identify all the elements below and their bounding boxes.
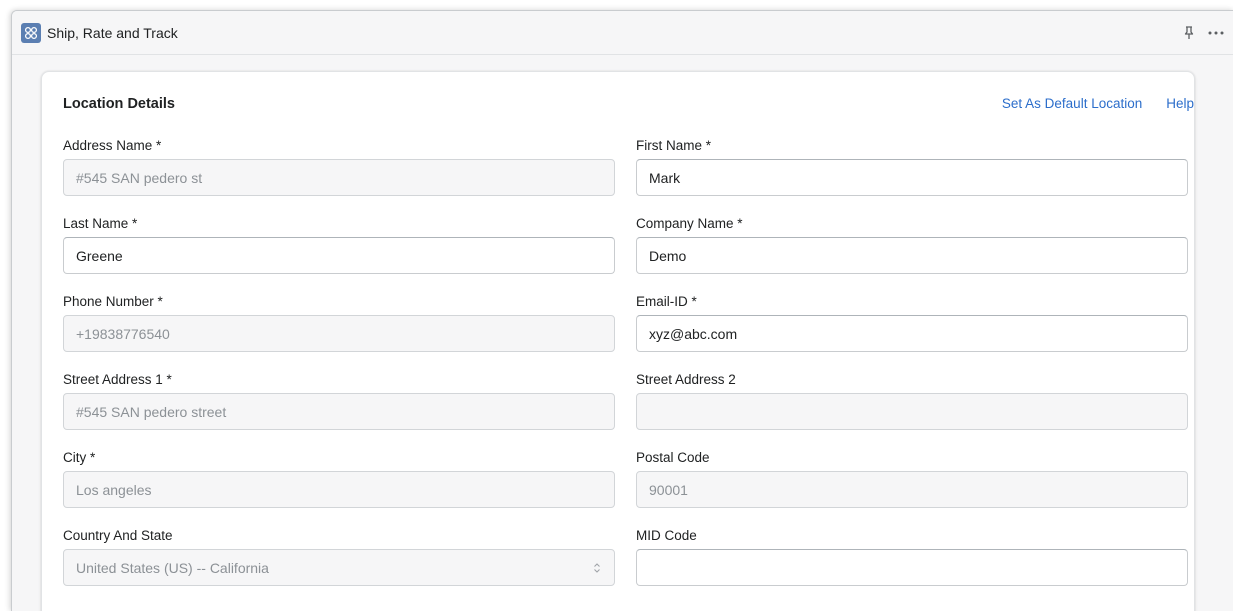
- help-link[interactable]: Help: [1166, 96, 1194, 111]
- more-horizontal-icon[interactable]: [1208, 31, 1224, 35]
- postal-code-field: Postal Code: [636, 448, 1188, 508]
- mid-code-input[interactable]: [636, 549, 1188, 586]
- first-name-label: First Name *: [636, 138, 712, 153]
- last-name-field: Last Name *: [63, 214, 615, 274]
- street-address-1-label: Street Address 1 *: [63, 372, 172, 387]
- country-state-label: Country And State: [63, 528, 173, 543]
- street-address-1-input[interactable]: [63, 393, 615, 430]
- app-title: Ship, Rate and Track: [47, 24, 178, 41]
- phone-number-label: Phone Number *: [63, 294, 163, 309]
- company-name-field: Company Name *: [636, 214, 1188, 274]
- street-address-2-label: Street Address 2: [636, 372, 736, 387]
- app-icon: [21, 22, 41, 43]
- set-default-location-link[interactable]: Set As Default Location: [1002, 96, 1142, 111]
- first-name-field: First Name *: [636, 136, 1188, 196]
- mid-code-label: MID Code: [636, 528, 697, 543]
- street-address-1-field: Street Address 1 *: [63, 370, 615, 430]
- first-name-input[interactable]: [636, 159, 1188, 196]
- last-name-input[interactable]: [63, 237, 615, 274]
- phone-number-field: Phone Number *: [63, 292, 615, 352]
- country-state-selected-value: United States (US) -- California: [63, 549, 615, 586]
- card-header: Location Details Set As Default Location…: [63, 96, 1194, 116]
- postal-code-input[interactable]: [636, 471, 1188, 508]
- country-state-select[interactable]: United States (US) -- California: [63, 549, 615, 586]
- address-name-input[interactable]: [63, 159, 615, 196]
- city-label: City *: [63, 450, 96, 465]
- email-id-field: Email-ID *: [636, 292, 1188, 352]
- last-name-label: Last Name *: [63, 216, 138, 231]
- card-title: Location Details: [63, 96, 175, 112]
- address-name-label: Address Name *: [63, 138, 162, 153]
- mid-code-field: MID Code: [636, 526, 1188, 586]
- email-id-label: Email-ID *: [636, 294, 697, 309]
- street-address-2-field: Street Address 2: [636, 370, 1188, 430]
- select-arrows-icon: [593, 561, 601, 573]
- title-bar: Ship, Rate and Track: [12, 11, 1233, 55]
- company-name-input[interactable]: [636, 237, 1188, 274]
- pin-icon[interactable]: [1184, 25, 1194, 40]
- postal-code-label: Postal Code: [636, 450, 710, 465]
- phone-number-input[interactable]: [63, 315, 615, 352]
- email-id-input[interactable]: [636, 315, 1188, 352]
- app-window: Ship, Rate and Track Location Details Se…: [11, 10, 1233, 611]
- city-input[interactable]: [63, 471, 615, 508]
- street-address-2-input[interactable]: [636, 393, 1188, 430]
- company-name-label: Company Name *: [636, 216, 743, 231]
- city-field: City *: [63, 448, 615, 508]
- address-name-field: Address Name *: [63, 136, 615, 196]
- country-state-field: Country And State United States (US) -- …: [63, 526, 615, 586]
- title-actions: [1184, 11, 1224, 54]
- card-links: Set As Default Location Help: [1002, 96, 1194, 111]
- location-details-card: Location Details Set As Default Location…: [41, 71, 1195, 611]
